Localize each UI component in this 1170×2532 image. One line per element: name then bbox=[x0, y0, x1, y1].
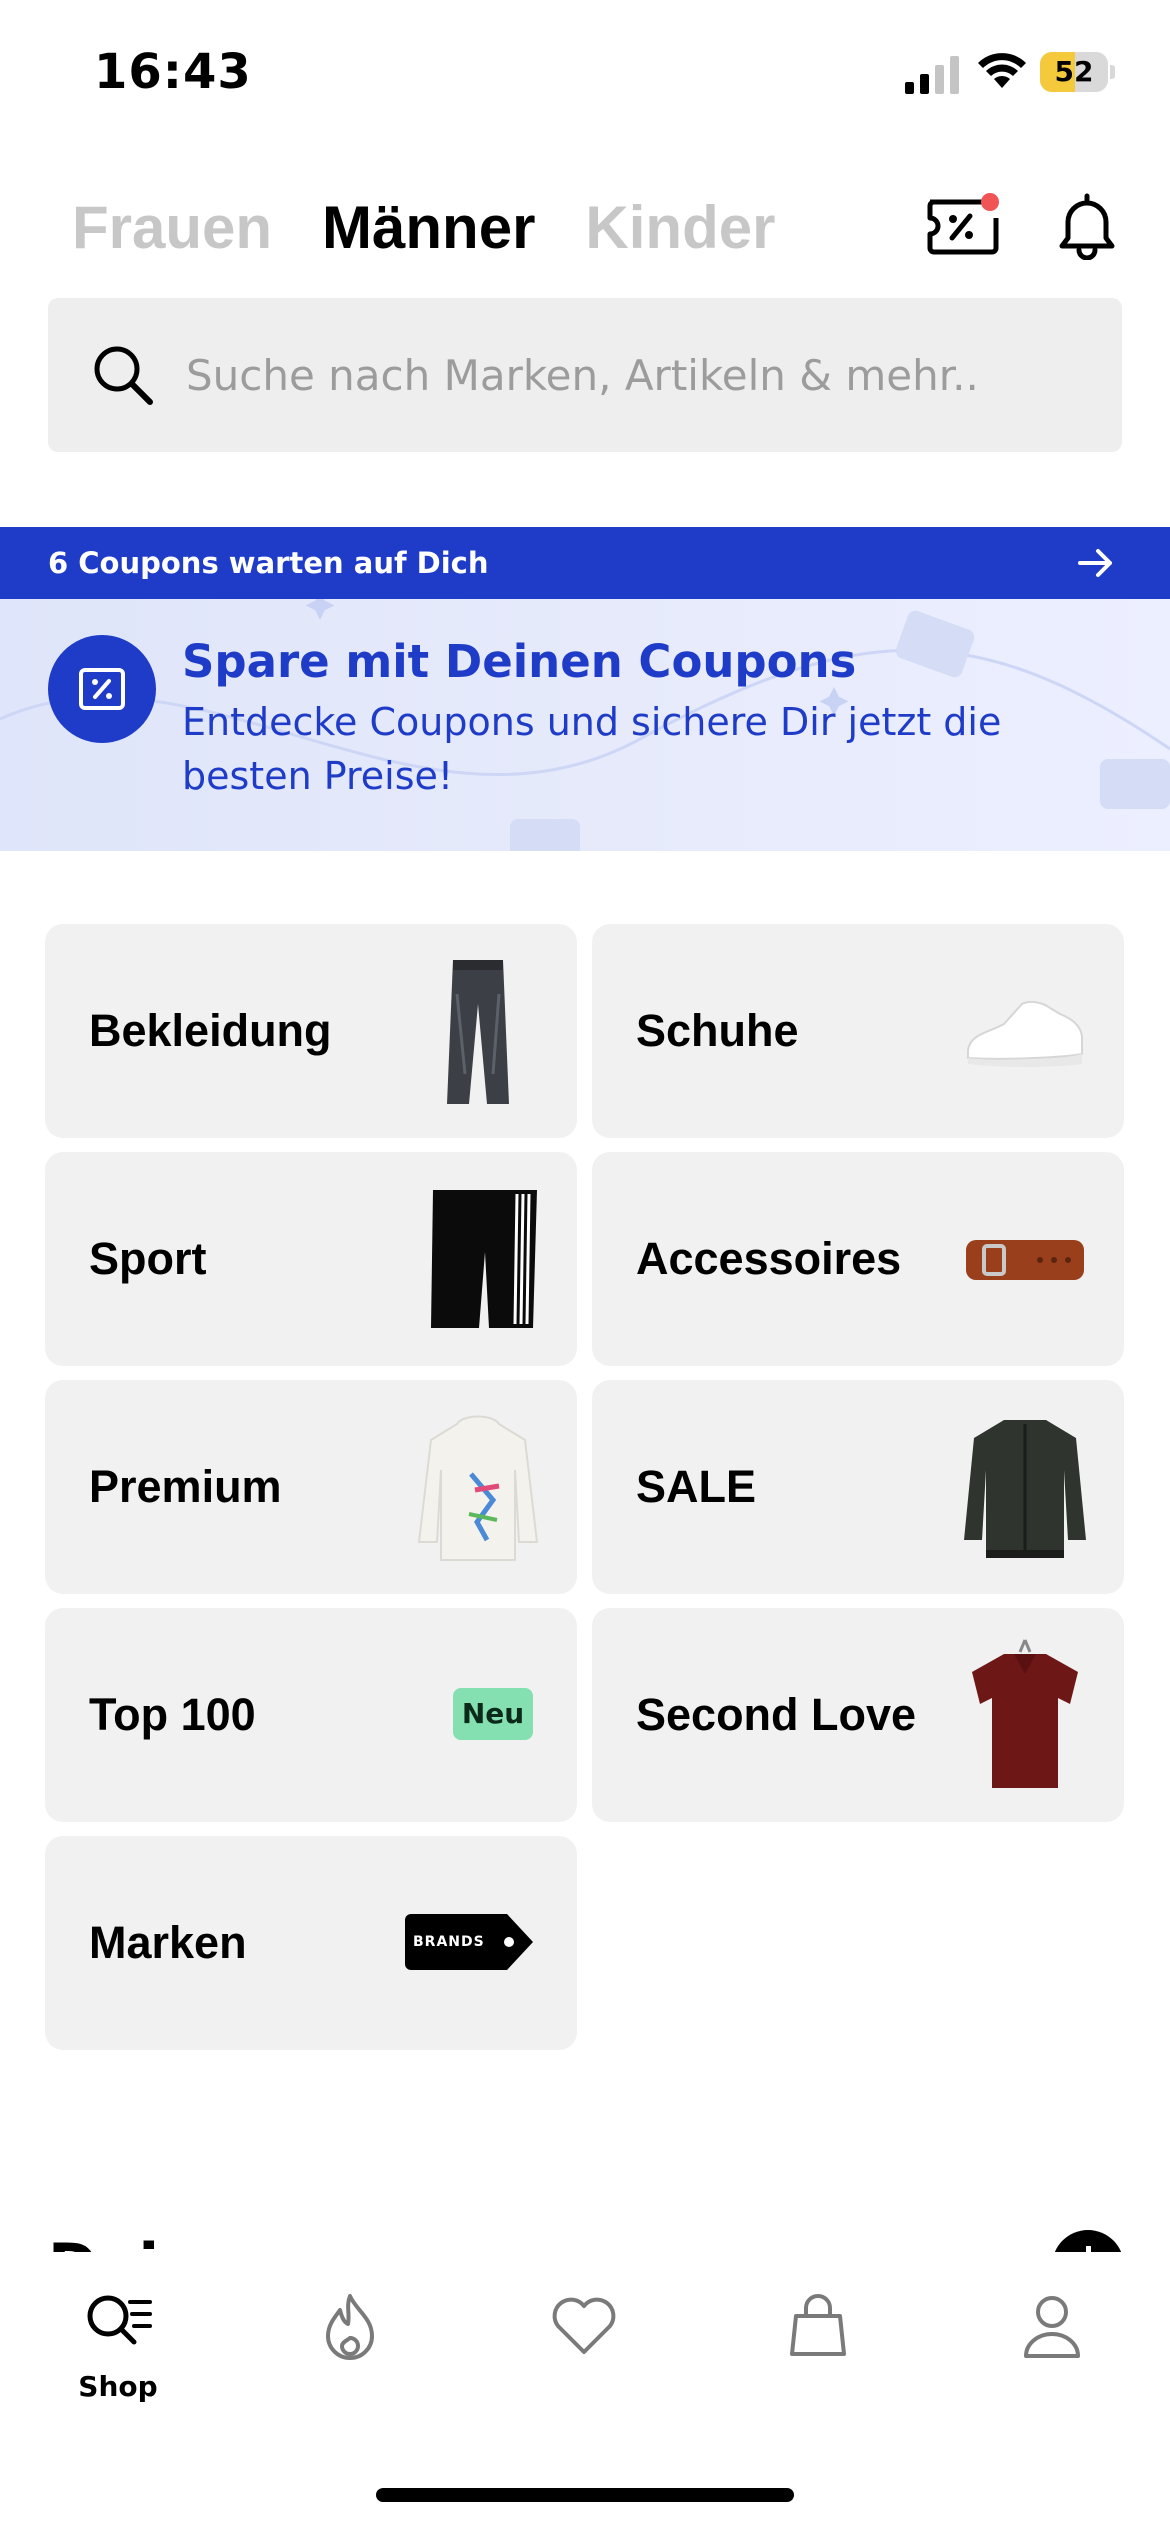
arrow-right-icon bbox=[1078, 549, 1112, 577]
search-icon bbox=[94, 346, 153, 405]
coupon-promo-text: Entdecke Coupons und sichere Dir jetzt d… bbox=[182, 700, 1002, 798]
bell-icon bbox=[1059, 193, 1115, 261]
status-time: 16:43 bbox=[94, 44, 252, 100]
tab-maenner[interactable]: Männer bbox=[322, 188, 535, 268]
category-label: Accessoires bbox=[636, 1233, 902, 1284]
wifi-icon bbox=[978, 53, 1026, 88]
battery-percent: 52 bbox=[1054, 55, 1094, 88]
shorts-image bbox=[431, 1190, 537, 1328]
search-input[interactable] bbox=[186, 298, 1086, 452]
category-second-love[interactable]: Second Love bbox=[592, 1608, 1124, 1822]
coupons-waiting-text: 6 Coupons warten auf Dich bbox=[48, 546, 489, 580]
coupon-promo-title: Spare mit Deinen Coupons bbox=[182, 635, 857, 688]
nav-profile[interactable] bbox=[992, 2292, 1112, 2432]
category-sale[interactable]: SALE bbox=[592, 1380, 1124, 1594]
category-label: SALE bbox=[636, 1461, 757, 1512]
category-schuhe[interactable]: Schuhe bbox=[592, 924, 1124, 1138]
heart-icon bbox=[552, 2297, 616, 2354]
cellular-signal-icon bbox=[905, 56, 959, 94]
flame-icon bbox=[326, 2294, 374, 2360]
category-label: Marken bbox=[89, 1917, 247, 1968]
status-bar: 16:43 52 bbox=[0, 0, 1170, 150]
nav-trending[interactable] bbox=[290, 2292, 410, 2432]
nav-shop[interactable]: Shop bbox=[58, 2292, 178, 2432]
brands-tag: BRANDS bbox=[405, 1914, 533, 1970]
belt-image bbox=[966, 1240, 1084, 1280]
new-badge: Neu bbox=[453, 1688, 533, 1740]
shop-search-icon bbox=[87, 2295, 152, 2345]
category-label: Premium bbox=[89, 1461, 282, 1512]
category-premium[interactable]: Premium bbox=[45, 1380, 577, 1594]
category-accessoires[interactable]: Accessoires bbox=[592, 1152, 1124, 1366]
category-marken[interactable]: Marken BRANDS bbox=[45, 1836, 577, 2050]
gender-tabs: Frauen Männer Kinder bbox=[72, 188, 775, 268]
coupons-waiting-banner[interactable]: 6 Coupons warten auf Dich bbox=[0, 527, 1170, 599]
category-top-100[interactable]: Top 100 Neu bbox=[45, 1608, 577, 1822]
polo-shirt-image bbox=[972, 1639, 1078, 1788]
nav-label: Shop bbox=[78, 2370, 158, 2403]
category-label: Top 100 bbox=[89, 1689, 256, 1740]
profile-icon bbox=[1024, 2296, 1080, 2358]
coupon-promo-card[interactable]: Spare mit Deinen Coupons Entdecke Coupon… bbox=[0, 599, 1170, 851]
category-sport[interactable]: Sport bbox=[45, 1152, 577, 1366]
sneaker-image bbox=[967, 1000, 1083, 1067]
nav-cart[interactable] bbox=[758, 2292, 878, 2432]
tab-kinder[interactable]: Kinder bbox=[585, 188, 775, 268]
coupon-icon bbox=[927, 193, 999, 255]
nav-wishlist[interactable] bbox=[524, 2292, 644, 2432]
battery-indicator: 52 bbox=[1040, 52, 1115, 92]
search-bar[interactable] bbox=[48, 298, 1122, 452]
jacket-image bbox=[964, 1420, 1086, 1558]
shopping-bag-icon bbox=[790, 2294, 846, 2356]
category-label: Second Love bbox=[636, 1689, 917, 1740]
hoodie-image bbox=[417, 1415, 539, 1561]
jeans-image bbox=[447, 960, 509, 1104]
percent-ticket-icon bbox=[79, 668, 125, 710]
coupon-promo-icon bbox=[48, 635, 156, 743]
brands-tag-text: BRANDS bbox=[413, 1934, 485, 1950]
category-label: Bekleidung bbox=[89, 1005, 332, 1056]
home-indicator bbox=[376, 2488, 794, 2502]
notifications-button[interactable] bbox=[1054, 190, 1120, 261]
coupon-button[interactable] bbox=[926, 190, 1002, 260]
category-bekleidung[interactable]: Bekleidung bbox=[45, 924, 577, 1138]
category-label: Sport bbox=[89, 1233, 207, 1284]
category-label: Schuhe bbox=[636, 1005, 799, 1056]
tab-frauen[interactable]: Frauen bbox=[72, 188, 272, 268]
